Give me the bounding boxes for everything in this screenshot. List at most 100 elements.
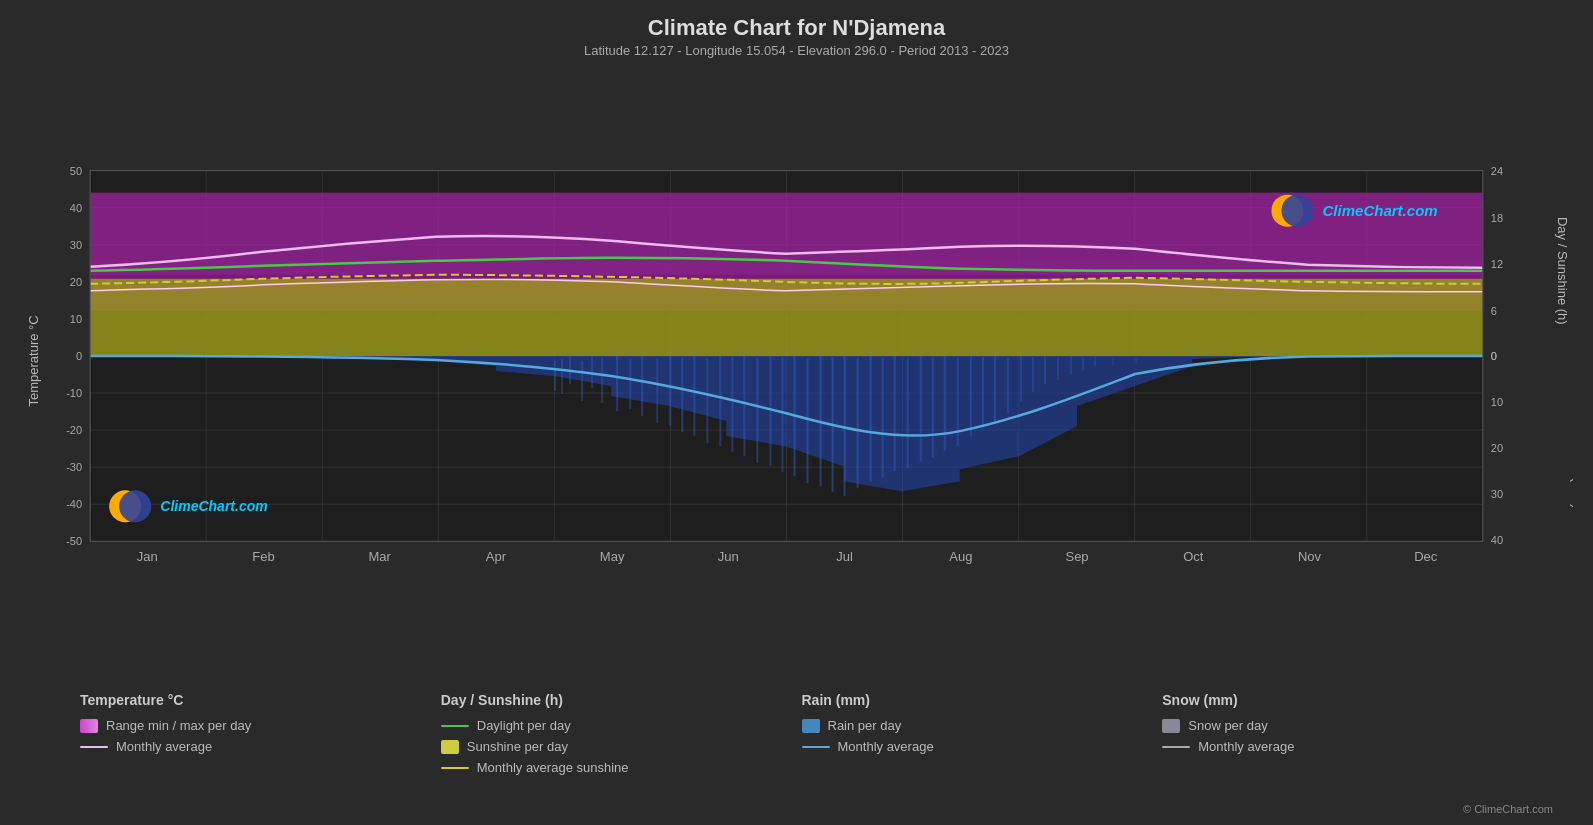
legend-sunshine: Day / Sunshine (h) Daylight per day Suns… <box>441 692 802 775</box>
svg-rect-45 <box>706 358 708 443</box>
temp-monthly-line <box>80 746 108 748</box>
svg-rect-59 <box>882 357 884 477</box>
svg-rect-39 <box>629 359 631 409</box>
svg-rect-68 <box>994 356 996 421</box>
legend-sunshine-title: Day / Sunshine (h) <box>441 692 802 708</box>
svg-rect-66 <box>970 356 972 436</box>
svg-text:-30: -30 <box>66 461 82 473</box>
svg-rect-74 <box>1070 356 1072 374</box>
chart-area: 50 40 30 20 10 0 -10 -20 -30 -40 -50 Tem… <box>20 66 1573 686</box>
svg-text:Sep: Sep <box>1065 549 1088 564</box>
svg-rect-33 <box>561 359 563 394</box>
svg-rect-56 <box>844 356 846 496</box>
rain-swatch <box>802 719 820 733</box>
legend-temp-range: Range min / max per day <box>80 718 441 733</box>
svg-rect-58 <box>870 356 872 481</box>
svg-rect-51 <box>781 357 783 472</box>
svg-text:10: 10 <box>1491 396 1503 408</box>
svg-rect-48 <box>743 356 745 456</box>
chart-subtitle: Latitude 12.127 - Longitude 15.054 - Ele… <box>20 43 1573 58</box>
legend-temp-title: Temperature °C <box>80 692 441 708</box>
svg-rect-40 <box>641 356 643 416</box>
svg-rect-61 <box>907 358 909 468</box>
svg-text:Oct: Oct <box>1183 549 1204 564</box>
svg-rect-32 <box>554 361 556 391</box>
legend-snow-title: Snow (mm) <box>1162 692 1523 708</box>
svg-text:Feb: Feb <box>252 549 274 564</box>
legend-daylight: Daylight per day <box>441 718 802 733</box>
svg-rect-46 <box>719 356 721 446</box>
svg-text:Temperature °C: Temperature °C <box>26 315 41 406</box>
snow-swatch <box>1162 719 1180 733</box>
svg-text:24: 24 <box>1491 165 1503 177</box>
svg-rect-67 <box>982 357 984 429</box>
legend-sunshine-monthly-label: Monthly average sunshine <box>477 760 629 775</box>
svg-rect-43 <box>681 357 683 432</box>
svg-rect-57 <box>857 358 859 488</box>
copyright: © ClimeChart.com <box>20 803 1573 815</box>
svg-rect-49 <box>756 358 758 463</box>
legend-sunshine-monthly: Monthly average sunshine <box>441 760 802 775</box>
svg-text:Jul: Jul <box>836 549 853 564</box>
svg-text:-50: -50 <box>66 535 82 547</box>
snow-monthly-line <box>1162 746 1190 748</box>
chart-title: Climate Chart for N'Djamena <box>20 15 1573 41</box>
svg-text:-20: -20 <box>66 424 82 436</box>
legend-snow: Snow (mm) Snow per day Monthly average <box>1162 692 1523 754</box>
svg-rect-73 <box>1057 358 1059 380</box>
svg-rect-62 <box>920 356 922 461</box>
svg-text:Day / Sunshine (h): Day / Sunshine (h) <box>1555 217 1570 325</box>
svg-rect-71 <box>1032 357 1034 392</box>
legend-rain-monthly: Monthly average <box>802 739 1163 754</box>
svg-rect-72 <box>1044 356 1046 384</box>
legend-temp-monthly-label: Monthly average <box>116 739 212 754</box>
svg-rect-70 <box>1020 356 1022 401</box>
svg-text:Apr: Apr <box>486 549 507 564</box>
svg-text:30: 30 <box>70 239 82 251</box>
legend-snow-monthly-label: Monthly average <box>1198 739 1294 754</box>
svg-text:Mar: Mar <box>368 549 391 564</box>
legend-snow-per-day: Snow per day <box>1162 718 1523 733</box>
svg-rect-75 <box>1082 357 1084 371</box>
svg-text:10: 10 <box>70 313 82 325</box>
svg-point-117 <box>119 490 151 522</box>
svg-rect-47 <box>731 357 733 452</box>
legend-rain-per-day: Rain per day <box>802 718 1163 733</box>
svg-text:Rain / Snow (mm): Rain / Snow (mm) <box>1570 404 1573 508</box>
svg-text:20: 20 <box>70 276 82 288</box>
svg-rect-42 <box>669 356 671 426</box>
svg-rect-44 <box>693 356 695 436</box>
svg-point-120 <box>1281 195 1313 227</box>
sunshine-monthly-line <box>441 767 469 769</box>
svg-text:30: 30 <box>1491 488 1503 500</box>
legend-rain-title: Rain (mm) <box>802 692 1163 708</box>
svg-text:Dec: Dec <box>1414 549 1438 564</box>
svg-text:ClimeChart.com: ClimeChart.com <box>1323 202 1438 219</box>
legend-temperature: Temperature °C Range min / max per day M… <box>80 692 441 754</box>
sunshine-swatch <box>441 740 459 754</box>
svg-rect-53 <box>807 358 809 483</box>
svg-text:Nov: Nov <box>1298 549 1322 564</box>
legend-snow-per-day-label: Snow per day <box>1188 718 1268 733</box>
legend-sunshine-per-day-label: Sunshine per day <box>467 739 568 754</box>
legend-rain-per-day-label: Rain per day <box>828 718 902 733</box>
svg-text:-10: -10 <box>66 387 82 399</box>
legend-area: Temperature °C Range min / max per day M… <box>20 686 1573 801</box>
legend-rain-monthly-label: Monthly average <box>838 739 934 754</box>
svg-text:40: 40 <box>70 202 82 214</box>
svg-text:12: 12 <box>1491 258 1503 270</box>
legend-daylight-label: Daylight per day <box>477 718 571 733</box>
svg-text:May: May <box>600 549 625 564</box>
legend-temp-range-label: Range min / max per day <box>106 718 251 733</box>
svg-rect-77 <box>1112 357 1114 365</box>
svg-rect-69 <box>1007 358 1009 413</box>
legend-temp-monthly: Monthly average <box>80 739 441 754</box>
svg-rect-78 <box>1135 358 1137 363</box>
svg-text:18: 18 <box>1491 212 1503 224</box>
svg-text:20: 20 <box>1491 442 1503 454</box>
daylight-line <box>441 725 469 727</box>
svg-rect-64 <box>944 356 946 451</box>
legend-sunshine-per-day: Sunshine per day <box>441 739 802 754</box>
rain-monthly-line <box>802 746 830 748</box>
svg-rect-36 <box>591 356 593 388</box>
